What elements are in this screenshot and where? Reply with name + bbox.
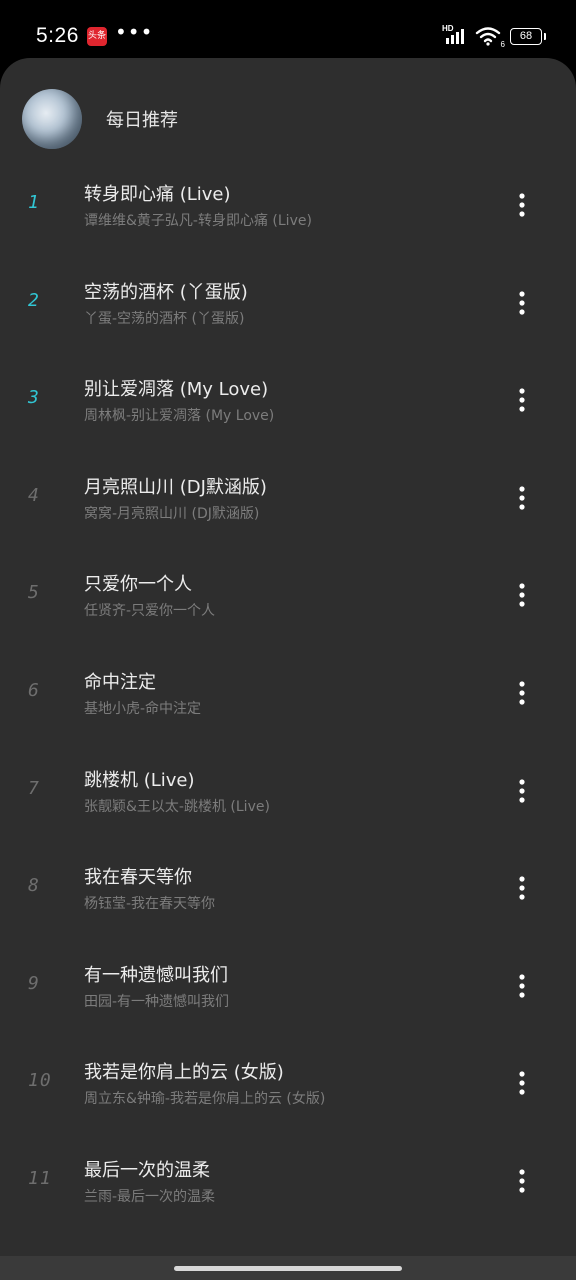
status-indicators: HD 6 68 — [442, 24, 546, 49]
wifi-label: 6 — [500, 40, 505, 49]
more-options-button[interactable] — [508, 969, 536, 1003]
more-vertical-icon — [519, 681, 525, 705]
more-vertical-icon — [519, 1071, 525, 1095]
more-options-button[interactable] — [508, 578, 536, 612]
song-artist-subtitle: 丫蛋-空荡的酒杯 (丫蛋版) — [84, 310, 245, 327]
song-row[interactable]: 1 转身即心痛 (Live) 谭维维&黄子弘凡-转身即心痛 (Live) — [0, 156, 576, 254]
song-row[interactable]: 11 最后一次的温柔兰雨-最后一次的温柔 — [0, 1132, 576, 1230]
playlist-header[interactable]: 每日推荐 — [22, 88, 542, 150]
more-vertical-icon — [519, 876, 525, 900]
more-vertical-icon — [519, 1169, 525, 1193]
song-artist-subtitle: 谭维维&黄子弘凡-转身即心痛 (Live) — [84, 213, 312, 229]
more-options-button[interactable] — [508, 871, 536, 905]
song-index: 9 — [28, 972, 40, 994]
song-title: 我若是你肩上的云 (女版) — [84, 1062, 284, 1084]
more-vertical-icon — [519, 486, 525, 510]
playlist-cover-avatar — [22, 89, 82, 149]
gesture-bar — [0, 1256, 576, 1280]
daily-recommend-sheet: 每日推荐 1 转身即心痛 (Live) 谭维维&黄子弘凡-转身即心痛 (Live) 2… — [0, 58, 576, 1280]
song-title: 月亮照山川 (DJ默涵版) — [84, 476, 267, 498]
song-artist-subtitle: 张靓颖&王以太-跳楼机 (Live) — [84, 798, 270, 815]
more-vertical-icon — [519, 193, 525, 217]
song-title: 只爱你一个人 — [84, 574, 192, 596]
song-index: 2 — [28, 289, 40, 311]
song-title: 最后一次的温柔 — [84, 1159, 210, 1181]
more-options-button[interactable] — [508, 286, 536, 320]
song-artist-subtitle: 周林枫-别让爱凋落 (My Love) — [84, 408, 275, 425]
song-title: 我在春天等你 — [84, 867, 192, 889]
more-options-button[interactable] — [508, 383, 536, 417]
song-title: 命中注定 — [84, 671, 156, 693]
song-artist-subtitle: 周立东&钟瑜-我若是你肩上的云 (女版) — [84, 1091, 326, 1108]
more-options-button[interactable] — [508, 1066, 536, 1100]
wifi-icon: 6 — [475, 26, 505, 49]
song-title: 跳楼机 (Live) — [84, 769, 195, 791]
more-vertical-icon — [519, 388, 525, 412]
song-artist-subtitle: 田园-有一种遗憾叫我们 — [84, 993, 230, 1010]
more-options-button[interactable] — [508, 1164, 536, 1198]
song-index: 3 — [28, 387, 40, 409]
more-options-button[interactable] — [508, 188, 536, 222]
more-notifications-icon: ••• — [115, 20, 154, 44]
song-index: 6 — [28, 679, 40, 701]
song-row[interactable]: 3 别让爱凋落 (My Love) 周林枫-别让爱凋落 (My Love) — [0, 351, 576, 449]
song-row[interactable]: 4 月亮照山川 (DJ默涵版) 窝窝-月亮照山川 (DJ默涵版) — [0, 449, 576, 547]
song-index: 4 — [28, 484, 40, 506]
song-index: 11 — [28, 1167, 52, 1189]
song-row[interactable]: 6 命中注定基地小虎-命中注定 — [0, 644, 576, 742]
song-index: 8 — [28, 875, 40, 897]
song-artist-subtitle: 基地小虎-命中注定 — [84, 700, 202, 717]
more-options-button[interactable] — [508, 481, 536, 515]
song-index: 7 — [28, 777, 40, 799]
more-vertical-icon — [519, 583, 525, 607]
battery-icon: 68 — [510, 27, 546, 45]
more-vertical-icon — [519, 290, 525, 315]
song-row[interactable]: 10 我若是你肩上的云 (女版) 周立东&钟瑜-我若是你肩上的云 (女版) — [0, 1034, 576, 1132]
song-row[interactable]: 8 我在春天等你杨钰莹-我在春天等你 — [0, 839, 576, 937]
song-row[interactable]: 7 跳楼机 (Live) 张靓颖&王以太-跳楼机 (Live) — [0, 742, 576, 840]
song-artist-subtitle: 任贤齐-只爱你一个人 — [84, 603, 216, 620]
song-title: 转身即心痛 (Live) — [84, 184, 231, 205]
song-index: 10 — [28, 1070, 52, 1092]
song-artist-subtitle: 窝窝-月亮照山川 (DJ默涵版) — [84, 505, 260, 522]
song-row[interactable]: 9 有一种遗憾叫我们田园-有一种遗憾叫我们 — [0, 937, 576, 1035]
more-vertical-icon — [519, 974, 525, 998]
song-index: 5 — [28, 582, 40, 604]
news-app-icon: 头条 — [87, 27, 107, 46]
more-options-button[interactable] — [508, 774, 536, 808]
playlist-title: 每日推荐 — [106, 110, 178, 131]
song-title: 空荡的酒杯 (丫蛋版) — [84, 281, 248, 303]
song-row[interactable]: 5 只爱你一个人任贤齐-只爱你一个人 — [0, 546, 576, 644]
song-artist-subtitle: 兰雨-最后一次的温柔 — [84, 1188, 216, 1205]
home-indicator[interactable] — [174, 1266, 402, 1271]
song-title: 别让爱凋落 (My Love) — [84, 379, 269, 401]
song-title: 有一种遗憾叫我们 — [84, 964, 228, 986]
more-vertical-icon — [519, 778, 525, 803]
song-index: 1 — [28, 192, 40, 213]
song-artist-subtitle: 杨钰莹-我在春天等你 — [84, 896, 216, 913]
signal-icon: HD — [442, 24, 468, 46]
song-list: 1 转身即心痛 (Live) 谭维维&黄子弘凡-转身即心痛 (Live) 2 空荡的酒杯… — [0, 156, 576, 1230]
song-row[interactable]: 2 空荡的酒杯 (丫蛋版) 丫蛋-空荡的酒杯 (丫蛋版) — [0, 254, 576, 352]
more-options-button[interactable] — [508, 676, 536, 710]
status-time: 5:26 — [36, 24, 79, 47]
